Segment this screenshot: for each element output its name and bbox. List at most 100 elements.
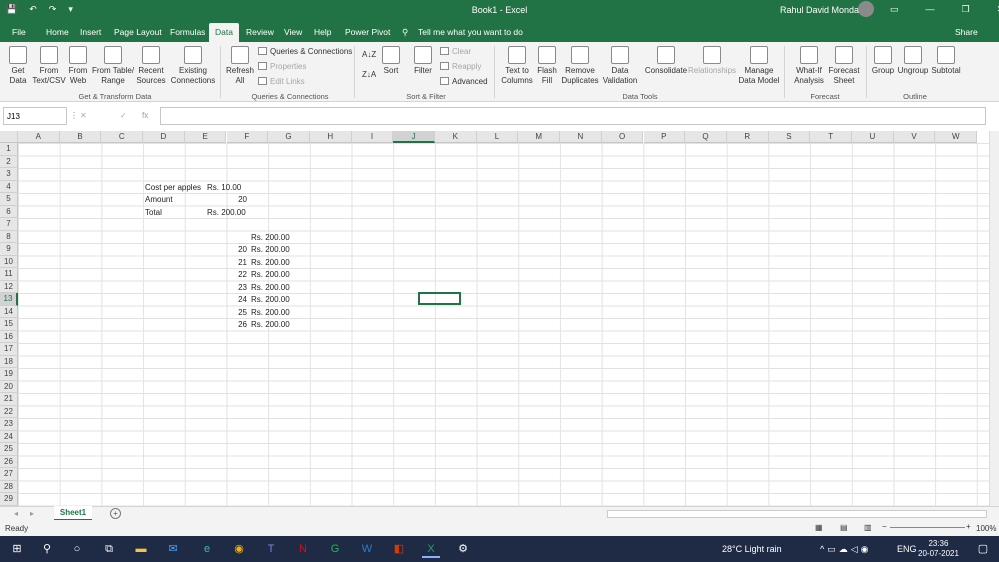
column-header-e[interactable]: E — [184, 131, 227, 143]
edit-links-button[interactable]: Edit Links — [258, 77, 305, 87]
row-header-6[interactable]: 6 — [0, 205, 18, 218]
tell-me-box[interactable]: Tell me what you want to do — [418, 27, 523, 37]
excel-icon[interactable]: X — [422, 540, 440, 558]
flash-fill-button[interactable]: Flash Fill — [536, 46, 558, 86]
ungroup-button[interactable]: Ungroup — [896, 46, 930, 76]
column-header-i[interactable]: I — [351, 131, 394, 143]
column-header-u[interactable]: U — [852, 131, 894, 143]
column-header-v[interactable]: V — [893, 131, 936, 143]
enter-icon[interactable]: ✓ — [120, 111, 127, 120]
cell-e12[interactable]: 23 — [204, 281, 250, 294]
text-to-columns-button[interactable]: Text to Columns — [500, 46, 534, 86]
column-header-j[interactable]: J — [393, 131, 435, 143]
column-header-n[interactable]: N — [560, 131, 602, 143]
from-table-button[interactable]: From Table/ Range — [90, 46, 136, 86]
cell-f14[interactable]: Rs. 200.00 — [248, 306, 294, 319]
task-view-icon[interactable]: ⧉ — [100, 540, 118, 558]
row-header-14[interactable]: 14 — [0, 305, 18, 318]
row-header-3[interactable]: 3 — [0, 168, 18, 181]
language-indicator[interactable]: ENG — [897, 544, 917, 554]
queries-connections-button[interactable]: Queries & Connections — [258, 47, 352, 57]
prev-sheet-icon[interactable]: ◂ — [14, 509, 18, 518]
advanced-button[interactable]: Advanced — [440, 77, 488, 87]
cell-d6[interactable]: Total — [142, 206, 204, 219]
cell-f8[interactable]: Rs. 200.00 — [248, 231, 294, 244]
row-header-7[interactable]: 7 — [0, 218, 18, 231]
row-header-26[interactable]: 26 — [0, 455, 18, 468]
name-box[interactable]: J13 — [3, 107, 67, 125]
from-text-button[interactable]: From Text/CSV — [32, 46, 66, 86]
cell-area[interactable]: Cost per apples Rs. 10.00 Amount 20 Tota… — [18, 143, 989, 506]
worksheet-grid[interactable]: ABCDEFGHIJKLMNOPQRSTUVW 1 2 3 4 5 6 7 8 9 10 11 12 1… — [0, 131, 989, 506]
weather-widget[interactable]: 28°C Light rain — [722, 544, 782, 554]
row-header-29[interactable]: 29 — [0, 493, 18, 506]
cell-e14[interactable]: 25 — [204, 306, 250, 319]
sort-az-icon[interactable]: A↓Z — [362, 50, 376, 60]
filter-button[interactable]: Filter — [410, 46, 436, 76]
row-header-1[interactable]: 1 — [0, 143, 18, 156]
tab-home[interactable]: Home — [46, 27, 69, 37]
zoom-slider[interactable] — [890, 527, 965, 528]
cell-e11[interactable]: 22 — [204, 268, 250, 281]
remove-duplicates-button[interactable]: Remove Duplicates — [560, 46, 600, 86]
column-header-s[interactable]: S — [768, 131, 811, 143]
avatar[interactable] — [858, 1, 874, 17]
existing-connections-button[interactable]: Existing Connections — [170, 46, 216, 86]
normal-view-icon[interactable]: ▦ — [815, 523, 823, 532]
reapply-button[interactable]: Reapply — [440, 62, 481, 72]
row-header-15[interactable]: 15 — [0, 318, 18, 331]
row-header-20[interactable]: 20 — [0, 380, 18, 393]
page-break-icon[interactable]: ▥ — [864, 523, 872, 532]
group-button[interactable]: Group — [870, 46, 896, 76]
tab-review[interactable]: Review — [246, 27, 274, 37]
row-header-8[interactable]: 8 — [0, 230, 18, 243]
row-header-2[interactable]: 2 — [0, 155, 18, 168]
tab-help[interactable]: Help — [314, 27, 331, 37]
sort-za-icon[interactable]: Z↓A — [362, 70, 376, 80]
subtotal-button[interactable]: Subtotal — [930, 46, 962, 76]
cell-f11[interactable]: Rs. 200.00 — [248, 268, 294, 281]
column-header-k[interactable]: K — [435, 131, 477, 143]
insert-function-icon[interactable]: fx — [142, 111, 148, 120]
ribbon-display-icon[interactable]: ▭ — [890, 4, 899, 15]
select-all-corner[interactable] — [0, 131, 18, 143]
column-header-o[interactable]: O — [601, 131, 644, 143]
row-header-21[interactable]: 21 — [0, 393, 18, 406]
sort-button[interactable]: Sort — [378, 46, 404, 76]
system-tray-icons[interactable]: ^▭☁◁◉ — [820, 544, 872, 555]
cell-e5[interactable]: 20 — [204, 193, 250, 206]
tab-file[interactable]: File — [12, 27, 26, 37]
row-header-22[interactable]: 22 — [0, 405, 18, 418]
zoom-out-icon[interactable]: − — [882, 522, 887, 531]
windows-start-icon[interactable]: ⊞ — [8, 540, 26, 558]
minimize-icon[interactable]: — — [926, 4, 935, 15]
cell-f13[interactable]: Rs. 200.00 — [248, 293, 294, 306]
tab-insert[interactable]: Insert — [80, 27, 101, 37]
column-header-d[interactable]: D — [143, 131, 185, 143]
zoom-in-icon[interactable]: + — [966, 522, 971, 531]
add-sheet-icon[interactable]: + — [110, 508, 121, 519]
settings-gear-icon[interactable]: ⚙ — [454, 540, 472, 558]
notification-icon[interactable]: ▢ — [974, 540, 992, 558]
teams-icon[interactable]: T — [262, 540, 280, 558]
cell-f9[interactable]: Rs. 200.00 — [248, 243, 294, 256]
netflix-icon[interactable]: N — [294, 540, 312, 558]
row-header-25[interactable]: 25 — [0, 443, 18, 456]
row-header-4[interactable]: 4 — [0, 180, 18, 193]
cell-e15[interactable]: 26 — [204, 318, 250, 331]
cell-d4[interactable]: Cost per apples — [142, 181, 204, 194]
column-header-f[interactable]: F — [226, 131, 269, 143]
manage-data-model-button[interactable]: Manage Data Model — [738, 46, 780, 86]
cortana-icon[interactable]: ○ — [68, 540, 86, 558]
file-explorer-icon[interactable]: ▬ — [132, 540, 150, 558]
row-header-16[interactable]: 16 — [0, 330, 18, 343]
data-validation-button[interactable]: Data Validation — [600, 46, 640, 86]
mail-icon[interactable]: ✉ — [164, 540, 182, 558]
restore-icon[interactable]: ❐ — [962, 4, 970, 15]
tab-power-pivot[interactable]: Power Pivot — [345, 27, 390, 37]
vertical-scrollbar[interactable] — [989, 131, 999, 506]
cell-f10[interactable]: Rs. 200.00 — [248, 256, 294, 269]
cell-e6[interactable]: Rs. 200.00 — [204, 206, 250, 219]
next-sheet-icon[interactable]: ▸ — [30, 509, 34, 518]
column-header-c[interactable]: C — [101, 131, 144, 143]
